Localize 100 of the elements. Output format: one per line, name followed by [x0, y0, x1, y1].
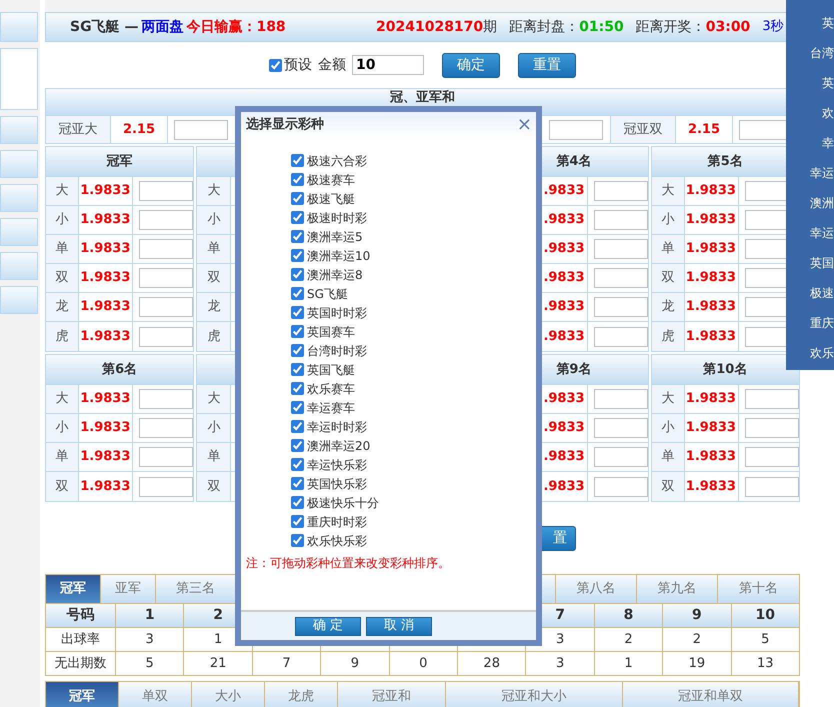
bet-amount-field[interactable] — [174, 120, 228, 140]
bet-amount-field[interactable] — [139, 181, 194, 201]
bet-amount-field[interactable] — [594, 389, 648, 409]
menu-item[interactable]: 英国 — [810, 248, 834, 278]
reset-button[interactable]: 重置 — [518, 52, 576, 78]
option-label: 幸运时时彩 — [307, 418, 367, 436]
amount-field[interactable]: 10 — [352, 55, 424, 75]
confirm-button[interactable]: 确定 — [442, 52, 500, 78]
option-label: 极速六合彩 — [307, 152, 367, 170]
stats-tab[interactable]: 第三名 — [156, 575, 236, 603]
category-tab[interactable]: 冠亚和大小 — [446, 682, 623, 707]
menu-item[interactable]: 重庆 — [810, 308, 834, 338]
category-tab[interactable]: 大小 — [192, 682, 265, 707]
category-tab[interactable]: 冠军 — [46, 682, 119, 707]
bet-amount-field[interactable] — [594, 181, 648, 201]
option-checkbox[interactable] — [291, 249, 304, 262]
bet-amount-field[interactable] — [594, 239, 648, 259]
option-checkbox[interactable] — [291, 382, 304, 395]
option-label: 极速时时彩 — [307, 210, 367, 226]
option-checkbox[interactable] — [291, 192, 304, 205]
bet-amount-field[interactable] — [594, 210, 648, 230]
bet-amount-field[interactable] — [594, 268, 648, 288]
option-checkbox[interactable] — [291, 230, 304, 243]
option-checkbox[interactable] — [291, 287, 304, 300]
option-checkbox[interactable] — [291, 268, 304, 281]
option-checkbox[interactable] — [291, 306, 304, 319]
option-checkbox[interactable] — [291, 211, 304, 224]
bet-amount-field[interactable] — [139, 239, 194, 259]
bet-amount-field[interactable] — [139, 447, 194, 467]
bet-amount-field[interactable] — [594, 326, 648, 346]
option-label: 极速飞艇 — [307, 190, 355, 208]
confirm-button[interactable]: 确 定 — [295, 616, 361, 636]
stats-tab[interactable]: 第九名 — [637, 575, 718, 603]
stats-tab[interactable]: 第十名 — [718, 575, 799, 603]
bet-amount-field[interactable] — [594, 297, 648, 317]
bet-amount-field[interactable] — [139, 297, 194, 317]
menu-item[interactable]: 幸运 — [810, 158, 834, 188]
sidebar-tab[interactable] — [0, 150, 38, 178]
sidebar-tab[interactable] — [0, 12, 38, 42]
menu-item[interactable]: 英 — [822, 68, 834, 98]
bet-amount-field[interactable] — [594, 418, 648, 438]
sidebar-tab[interactable] — [0, 218, 38, 246]
close-button[interactable]: × — [516, 116, 532, 134]
dialog-title: 选择显示彩种 — [246, 116, 324, 134]
bet-amount-field[interactable] — [139, 418, 194, 438]
menu-item[interactable]: 欢 — [822, 98, 834, 128]
option-checkbox[interactable] — [291, 420, 304, 433]
menu-item[interactable]: 澳洲 — [810, 188, 834, 218]
bet-amount-field[interactable] — [139, 326, 194, 346]
category-tab[interactable]: 单双 — [119, 682, 192, 707]
bet-amount-field[interactable] — [139, 210, 194, 230]
bet-amount-field[interactable] — [594, 476, 648, 496]
odds-value: 1.9833 — [79, 385, 134, 413]
cancel-button[interactable]: 取 消 — [366, 616, 432, 636]
bet-amount-field[interactable] — [594, 447, 648, 467]
menu-item[interactable]: 极速 — [810, 278, 834, 308]
header-cell: 1 — [116, 604, 184, 628]
option-checkbox[interactable] — [291, 515, 304, 528]
bet-amount-field[interactable] — [549, 120, 603, 140]
category-tab[interactable]: 龙虎 — [265, 682, 338, 707]
table-cell: 5 — [732, 628, 800, 652]
header-cell: 8 — [594, 604, 664, 628]
stats-tab[interactable]: 第八名 — [556, 575, 637, 603]
bet-amount-field[interactable] — [139, 476, 194, 496]
preset-checkbox[interactable] — [269, 58, 282, 72]
option-checkbox[interactable] — [291, 477, 304, 490]
bet-label: 大 — [652, 385, 685, 413]
option-checkbox[interactable] — [291, 534, 304, 547]
menu-item[interactable]: 幸 — [822, 128, 834, 158]
bet-amount-field[interactable] — [139, 389, 194, 409]
bet-amount-field[interactable] — [744, 476, 799, 496]
option-checkbox[interactable] — [291, 154, 304, 167]
sidebar-tab[interactable] — [0, 184, 38, 212]
table-cell: 28 — [458, 652, 526, 676]
option-checkbox[interactable] — [291, 325, 304, 338]
bet-amount-field[interactable] — [744, 447, 799, 467]
bet-amount-field[interactable] — [744, 418, 799, 438]
stats-tab[interactable]: 亚军 — [101, 575, 156, 603]
bet-amount-field[interactable] — [139, 268, 194, 288]
menu-item[interactable]: 台湾 — [810, 38, 834, 68]
sidebar-tab[interactable] — [0, 116, 38, 144]
option-checkbox[interactable] — [291, 439, 304, 452]
option-checkbox[interactable] — [291, 401, 304, 414]
odds-value: 1.9833 — [684, 177, 739, 205]
menu-item[interactable]: 幸运 — [810, 218, 834, 248]
category-tab[interactable]: 冠亚和单双 — [623, 682, 799, 707]
menu-item[interactable]: 英 — [822, 8, 834, 38]
option-checkbox[interactable] — [291, 363, 304, 376]
option-checkbox[interactable] — [291, 458, 304, 471]
bet-amount-field[interactable] — [744, 389, 799, 409]
option-checkbox[interactable] — [291, 344, 304, 357]
stats-tab[interactable]: 冠军 — [46, 575, 101, 603]
sidebar-tab[interactable] — [0, 252, 38, 280]
menu-item[interactable]: 欢乐 — [810, 338, 834, 368]
option-label: 幸运快乐彩 — [307, 456, 367, 474]
option-label: 台湾时时彩 — [307, 342, 367, 360]
category-tab[interactable]: 冠亚和 — [338, 682, 446, 707]
option-checkbox[interactable] — [291, 496, 304, 509]
option-checkbox[interactable] — [291, 173, 304, 186]
sidebar-tab[interactable] — [0, 286, 38, 314]
